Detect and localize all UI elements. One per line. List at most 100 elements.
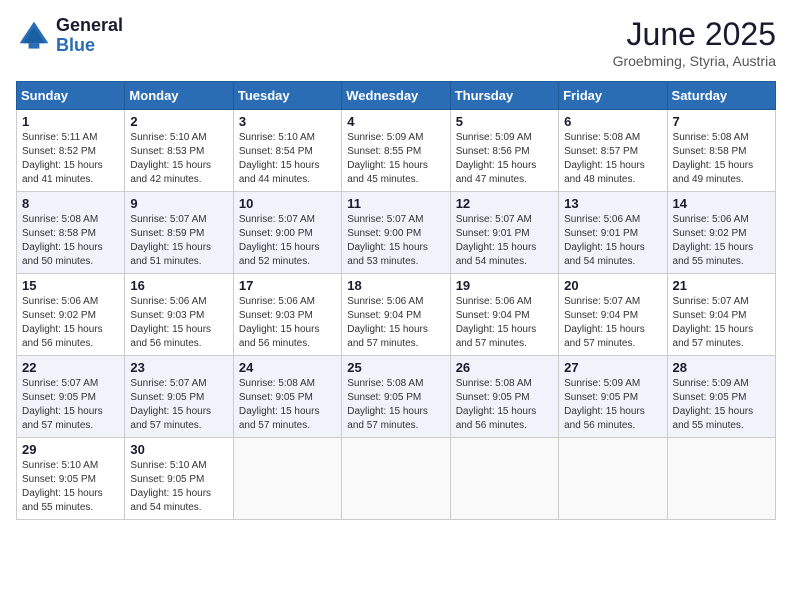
day-info: Sunrise: 5:09 AM Sunset: 9:05 PM Dayligh… bbox=[673, 377, 770, 433]
day-info: Sunrise: 5:06 AM Sunset: 9:02 PM Dayligh… bbox=[22, 295, 119, 351]
day-cell: 2 Sunrise: 5:10 AM Sunset: 8:53 PM Daylig… bbox=[125, 110, 233, 192]
week-row-1: 1 Sunrise: 5:11 AM Sunset: 8:52 PM Daylig… bbox=[17, 110, 776, 192]
day-cell bbox=[342, 438, 450, 520]
day-cell: 16Sunrise: 5:06 AM Sunset: 9:03 PM Dayli… bbox=[125, 274, 233, 356]
day-number: 16 bbox=[130, 278, 227, 293]
day-info: Sunrise: 5:10 AM Sunset: 8:53 PM Dayligh… bbox=[130, 131, 227, 187]
week-row-3: 15 Sunrise: 5:06 AM Sunset: 9:02 PM Dayli… bbox=[17, 274, 776, 356]
week-row-5: 29Sunrise: 5:10 AM Sunset: 9:05 PM Dayli… bbox=[17, 438, 776, 520]
col-header-sunday: Sunday bbox=[17, 82, 125, 110]
day-number: 30 bbox=[130, 442, 227, 457]
col-header-monday: Monday bbox=[125, 82, 233, 110]
day-cell: 4Sunrise: 5:09 AM Sunset: 8:55 PM Daylig… bbox=[342, 110, 450, 192]
calendar-table: SundayMondayTuesdayWednesdayThursdayFrid… bbox=[16, 81, 776, 520]
day-number: 3 bbox=[239, 114, 336, 129]
day-cell: 18 Sunrise: 5:06 AM Sunset: 9:04 PM Dayli… bbox=[342, 274, 450, 356]
day-info: Sunrise: 5:07 AM Sunset: 9:05 PM Dayligh… bbox=[130, 377, 227, 433]
day-info: Sunrise: 5:09 AM Sunset: 8:55 PM Dayligh… bbox=[347, 131, 444, 187]
day-cell: 3 Sunrise: 5:10 AM Sunset: 8:54 PM Daylig… bbox=[233, 110, 341, 192]
day-cell: 5 Sunrise: 5:09 AM Sunset: 8:56 PM Daylig… bbox=[450, 110, 558, 192]
day-number: 22 bbox=[22, 360, 119, 375]
day-info: Sunrise: 5:06 AM Sunset: 9:02 PM Dayligh… bbox=[673, 213, 770, 269]
day-cell bbox=[450, 438, 558, 520]
day-info: Sunrise: 5:07 AM Sunset: 9:05 PM Dayligh… bbox=[22, 377, 119, 433]
day-cell: 11 Sunrise: 5:07 AM Sunset: 9:00 PM Dayli… bbox=[342, 192, 450, 274]
day-number: 2 bbox=[130, 114, 227, 129]
day-info: Sunrise: 5:07 AM Sunset: 8:59 PM Dayligh… bbox=[130, 213, 227, 269]
day-number: 14 bbox=[673, 196, 770, 211]
header-row: SundayMondayTuesdayWednesdayThursdayFrid… bbox=[17, 82, 776, 110]
day-cell: 15 Sunrise: 5:06 AM Sunset: 9:02 PM Dayli… bbox=[17, 274, 125, 356]
day-cell: 10 Sunrise: 5:07 AM Sunset: 9:00 PM Dayli… bbox=[233, 192, 341, 274]
day-number: 27 bbox=[564, 360, 661, 375]
day-info: Sunrise: 5:10 AM Sunset: 8:54 PM Dayligh… bbox=[239, 131, 336, 187]
day-cell bbox=[559, 438, 667, 520]
day-cell bbox=[233, 438, 341, 520]
day-cell: 12 Sunrise: 5:07 AM Sunset: 9:01 PM Dayli… bbox=[450, 192, 558, 274]
day-number: 20 bbox=[564, 278, 661, 293]
day-info: Sunrise: 5:08 AM Sunset: 9:05 PM Dayligh… bbox=[347, 377, 444, 433]
day-info: Sunrise: 5:07 AM Sunset: 9:01 PM Dayligh… bbox=[456, 213, 553, 269]
day-number: 23 bbox=[130, 360, 227, 375]
logo-icon bbox=[16, 18, 52, 54]
day-info: Sunrise: 5:09 AM Sunset: 9:05 PM Dayligh… bbox=[564, 377, 661, 433]
day-info: Sunrise: 5:09 AM Sunset: 8:56 PM Dayligh… bbox=[456, 131, 553, 187]
day-cell bbox=[667, 438, 775, 520]
day-info: Sunrise: 5:11 AM Sunset: 8:52 PM Dayligh… bbox=[22, 131, 119, 187]
day-cell: 29Sunrise: 5:10 AM Sunset: 9:05 PM Dayli… bbox=[17, 438, 125, 520]
day-info: Sunrise: 5:08 AM Sunset: 8:58 PM Dayligh… bbox=[673, 131, 770, 187]
logo-line1: General bbox=[56, 16, 123, 36]
day-number: 12 bbox=[456, 196, 553, 211]
day-cell: 6 Sunrise: 5:08 AM Sunset: 8:57 PM Daylig… bbox=[559, 110, 667, 192]
day-cell: 26 Sunrise: 5:08 AM Sunset: 9:05 PM Dayli… bbox=[450, 356, 558, 438]
day-info: Sunrise: 5:06 AM Sunset: 9:04 PM Dayligh… bbox=[347, 295, 444, 351]
day-cell: 25 Sunrise: 5:08 AM Sunset: 9:05 PM Dayli… bbox=[342, 356, 450, 438]
day-info: Sunrise: 5:07 AM Sunset: 9:04 PM Dayligh… bbox=[673, 295, 770, 351]
day-number: 25 bbox=[347, 360, 444, 375]
day-info: Sunrise: 5:06 AM Sunset: 9:03 PM Dayligh… bbox=[239, 295, 336, 351]
location: Groebming, Styria, Austria bbox=[613, 53, 776, 69]
day-number: 24 bbox=[239, 360, 336, 375]
day-info: Sunrise: 5:10 AM Sunset: 9:05 PM Dayligh… bbox=[22, 459, 119, 515]
week-row-4: 22 Sunrise: 5:07 AM Sunset: 9:05 PM Dayli… bbox=[17, 356, 776, 438]
day-cell: 1 Sunrise: 5:11 AM Sunset: 8:52 PM Daylig… bbox=[17, 110, 125, 192]
day-info: Sunrise: 5:08 AM Sunset: 9:05 PM Dayligh… bbox=[456, 377, 553, 433]
col-header-friday: Friday bbox=[559, 82, 667, 110]
day-number: 15 bbox=[22, 278, 119, 293]
day-cell: 20 Sunrise: 5:07 AM Sunset: 9:04 PM Dayli… bbox=[559, 274, 667, 356]
day-info: Sunrise: 5:07 AM Sunset: 9:04 PM Dayligh… bbox=[564, 295, 661, 351]
day-number: 1 bbox=[22, 114, 119, 129]
day-cell: 19 Sunrise: 5:06 AM Sunset: 9:04 PM Dayli… bbox=[450, 274, 558, 356]
day-cell: 13 Sunrise: 5:06 AM Sunset: 9:01 PM Dayli… bbox=[559, 192, 667, 274]
day-info: Sunrise: 5:07 AM Sunset: 9:00 PM Dayligh… bbox=[347, 213, 444, 269]
day-cell: 24Sunrise: 5:08 AM Sunset: 9:05 PM Dayli… bbox=[233, 356, 341, 438]
day-cell: 30 Sunrise: 5:10 AM Sunset: 9:05 PM Dayli… bbox=[125, 438, 233, 520]
month-title: June 2025 bbox=[613, 16, 776, 53]
day-info: Sunrise: 5:07 AM Sunset: 9:00 PM Dayligh… bbox=[239, 213, 336, 269]
day-info: Sunrise: 5:08 AM Sunset: 8:57 PM Dayligh… bbox=[564, 131, 661, 187]
day-number: 5 bbox=[456, 114, 553, 129]
day-number: 18 bbox=[347, 278, 444, 293]
day-number: 10 bbox=[239, 196, 336, 211]
day-cell: 14 Sunrise: 5:06 AM Sunset: 9:02 PM Dayli… bbox=[667, 192, 775, 274]
day-info: Sunrise: 5:06 AM Sunset: 9:01 PM Dayligh… bbox=[564, 213, 661, 269]
col-header-wednesday: Wednesday bbox=[342, 82, 450, 110]
day-info: Sunrise: 5:10 AM Sunset: 9:05 PM Dayligh… bbox=[130, 459, 227, 515]
day-number: 13 bbox=[564, 196, 661, 211]
day-cell: 23 Sunrise: 5:07 AM Sunset: 9:05 PM Dayli… bbox=[125, 356, 233, 438]
day-cell: 28Sunrise: 5:09 AM Sunset: 9:05 PM Dayli… bbox=[667, 356, 775, 438]
day-number: 26 bbox=[456, 360, 553, 375]
day-number: 19 bbox=[456, 278, 553, 293]
col-header-tuesday: Tuesday bbox=[233, 82, 341, 110]
day-number: 9 bbox=[130, 196, 227, 211]
day-number: 7 bbox=[673, 114, 770, 129]
day-cell: 17 Sunrise: 5:06 AM Sunset: 9:03 PM Dayli… bbox=[233, 274, 341, 356]
day-cell: 27 Sunrise: 5:09 AM Sunset: 9:05 PM Dayli… bbox=[559, 356, 667, 438]
day-info: Sunrise: 5:06 AM Sunset: 9:04 PM Dayligh… bbox=[456, 295, 553, 351]
day-number: 6 bbox=[564, 114, 661, 129]
day-number: 11 bbox=[347, 196, 444, 211]
logo: General Blue bbox=[16, 16, 123, 56]
day-cell: 8Sunrise: 5:08 AM Sunset: 8:58 PM Daylig… bbox=[17, 192, 125, 274]
day-cell: 21Sunrise: 5:07 AM Sunset: 9:04 PM Dayli… bbox=[667, 274, 775, 356]
day-number: 17 bbox=[239, 278, 336, 293]
